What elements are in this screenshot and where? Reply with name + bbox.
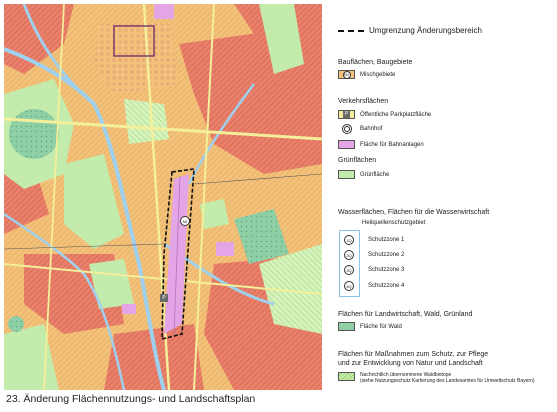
- legend-forest: Fläche für Wald: [338, 322, 402, 331]
- legend-heading-agriculture: Flächen für Landwirtschaft, Wald, Grünla…: [338, 311, 473, 318]
- legend-heading-green: Grünflächen: [338, 157, 377, 164]
- legend-boundary-label: Umgrenzung Änderungsbereich: [369, 26, 482, 35]
- boundary-line-icon: [338, 29, 364, 32]
- legend-heading-protection-2: und zur Entwicklung von Natur und Landsc…: [338, 360, 483, 367]
- legend-heading-building: Bauflächen, Baugebiete: [338, 59, 413, 66]
- biotope-swatch: [338, 372, 355, 381]
- mixed-area-symbol: MI: [342, 70, 351, 79]
- legend-zone-1: 1Q Schutzzone 1: [344, 235, 404, 245]
- map-parking-symbol: P: [160, 294, 168, 302]
- legend-green-area: Grünfläche: [338, 170, 389, 179]
- parking-icon: P: [343, 111, 350, 118]
- zone-1-icon: 1Q: [344, 235, 354, 245]
- rail-swatch: [338, 140, 355, 149]
- legend-green-label: Grünfläche: [360, 171, 390, 178]
- legend-heading-protection-1: Flächen für Maßnahmen zum Schutz, zur Pf…: [338, 351, 489, 358]
- legend-zone-1-label: Schutzzone 1: [368, 237, 405, 243]
- legend-station: Bahnhof: [338, 124, 382, 134]
- legend-spring-area: Heilquellenschutzgebiet: [362, 220, 425, 226]
- legend-zone-3: 3Q Schutzzone 3: [344, 265, 404, 275]
- legend-station-label: Bahnhof: [360, 126, 383, 132]
- land-use-map[interactable]: MI P: [4, 4, 322, 390]
- zone-4-icon: 4Q: [344, 281, 354, 291]
- legend-rail: Fläche für Bahnanlagen: [338, 140, 424, 149]
- green-swatch: [338, 170, 355, 179]
- map-legend: Umgrenzung Änderungsbereich Bauflächen, …: [338, 0, 557, 412]
- map-canvas: [4, 4, 322, 390]
- legend-rail-label: Fläche für Bahnanlagen: [360, 141, 424, 148]
- legend-mixed-label: Mischgebiete: [360, 71, 396, 78]
- legend-forest-label: Fläche für Wald: [360, 323, 402, 330]
- map-caption: 23. Änderung Flächennutzungs- und Landsc…: [6, 393, 256, 405]
- zone-3-icon: 3Q: [344, 265, 354, 275]
- legend-zone-2-label: Schutzzone 2: [368, 252, 405, 258]
- legend-spring-label: Heilquellenschutzgebiet: [362, 220, 426, 226]
- legend-biotope-note-2: (siehe Nutzungsschutz Kartierung des Lan…: [360, 378, 535, 384]
- forest-swatch: [338, 322, 355, 331]
- legend-parking: P Öffentliche Parkplatzfläche: [338, 110, 431, 119]
- legend-zone-4: 4Q Schutzzone 4: [344, 281, 404, 291]
- legend-zone-3-label: Schutzzone 3: [368, 267, 405, 273]
- legend-biotope: Nachrichtlich übernommene Waldbiotope (s…: [338, 372, 550, 384]
- legend-parking-label: Öffentliche Parkplatzfläche: [360, 111, 432, 118]
- zone-2-icon: 2Q: [344, 250, 354, 260]
- mixed-area-swatch: MI: [338, 70, 355, 79]
- station-icon: [341, 124, 352, 134]
- legend-heading-traffic: Verkehrsflächen: [338, 98, 389, 105]
- legend-heading-water: Wasserflächen, Flächen für die Wasserwir…: [338, 209, 490, 216]
- map-label-mixed: MI: [180, 216, 190, 226]
- legend-mixed-area: MI Mischgebiete: [338, 70, 395, 79]
- parking-swatch: P: [338, 110, 355, 119]
- legend-boundary: Umgrenzung Änderungsbereich: [338, 26, 482, 35]
- legend-zone-4-label: Schutzzone 4: [368, 283, 405, 289]
- legend-zone-2: 2Q Schutzzone 2: [344, 250, 404, 260]
